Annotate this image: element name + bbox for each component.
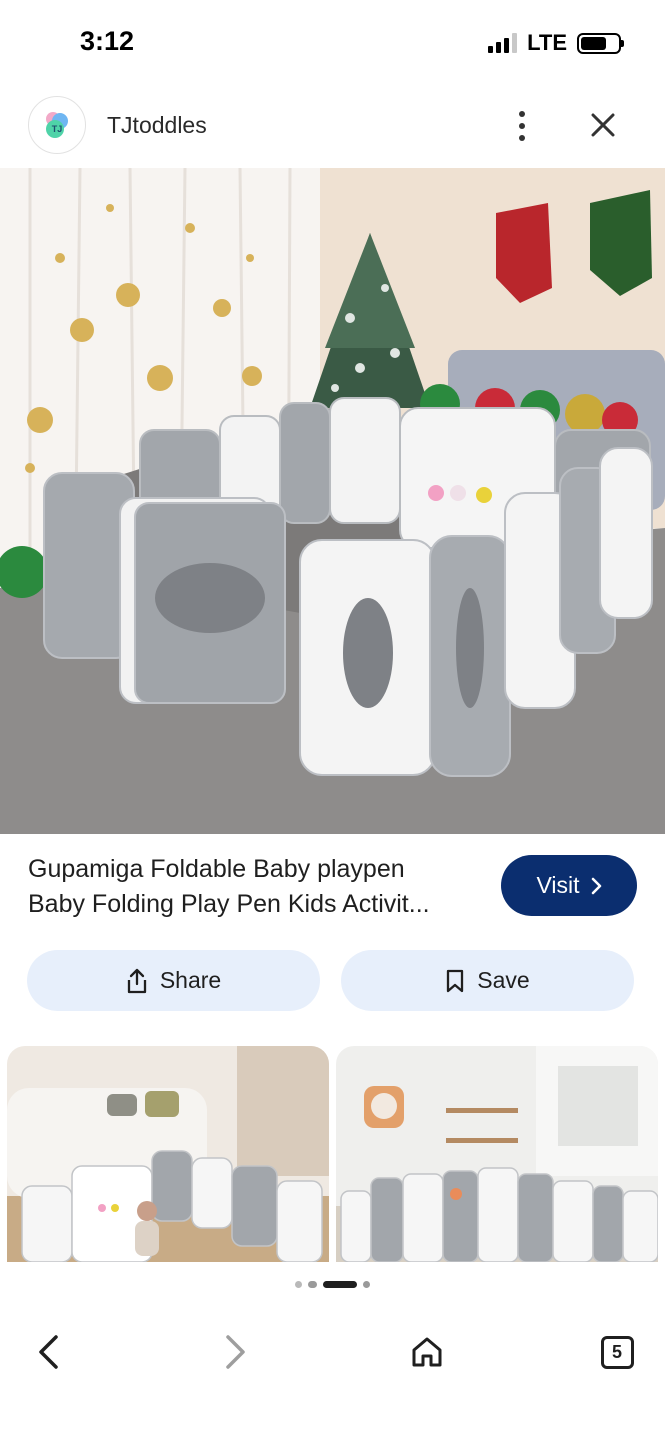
pager-dot-active [323,1280,357,1288]
bookmark-icon [447,969,464,992]
chevron-left-icon [39,1335,58,1369]
more-options-button[interactable] [506,106,538,146]
signal-icon [488,33,518,53]
close-icon [591,113,615,137]
site-logo[interactable]: TJ [28,96,86,154]
image-pager [0,1277,665,1291]
status-indicators: LTE [488,30,624,56]
related-image-2 [336,1046,658,1262]
share-label: Share [159,967,222,993]
bottom-navigation: 5 [0,1308,665,1440]
save-label: Save [477,967,530,993]
chevron-right-icon [591,877,601,894]
site-name[interactable]: TJtoddles [107,112,207,139]
logo-text: TJ [52,124,63,134]
home-button[interactable] [399,1324,455,1380]
related-image[interactable] [7,1046,329,1262]
related-image-1 [7,1046,329,1262]
site-logo-icon: TJ [46,112,68,138]
tabs-icon: 5 [600,1335,634,1369]
back-button[interactable] [20,1324,76,1380]
tabs-button[interactable]: 5 [589,1324,645,1380]
page-header: TJ TJtoddles [0,92,665,158]
battery-icon [577,32,624,54]
pager-dot [308,1280,317,1288]
save-button[interactable]: Save [341,950,634,1011]
share-icon [127,968,146,993]
status-bar: 3:12 LTE [0,0,665,88]
share-button[interactable]: Share [27,950,320,1011]
close-button[interactable] [586,108,620,142]
product-image[interactable] [0,168,665,834]
product-title[interactable]: Gupamiga Foldable Baby playpen Baby Fold… [28,852,478,922]
home-icon [412,1337,442,1367]
chevron-right-icon [226,1335,245,1369]
forward-button[interactable] [208,1324,264,1380]
more-vert-icon [519,111,525,117]
visit-label: Visit [536,872,580,898]
product-title-line-1: Gupamiga Foldable Baby playpen [28,855,405,883]
playpen-photo [0,168,665,834]
visit-button[interactable]: Visit [501,855,637,916]
product-title-line-2: Baby Folding Play Pen Kids Activit... [28,890,430,918]
network-type: LTE [527,30,567,55]
pager-dot [363,1280,370,1288]
status-time: 3:12 [80,26,135,56]
related-image[interactable] [336,1046,658,1262]
pager-dot [295,1280,302,1288]
